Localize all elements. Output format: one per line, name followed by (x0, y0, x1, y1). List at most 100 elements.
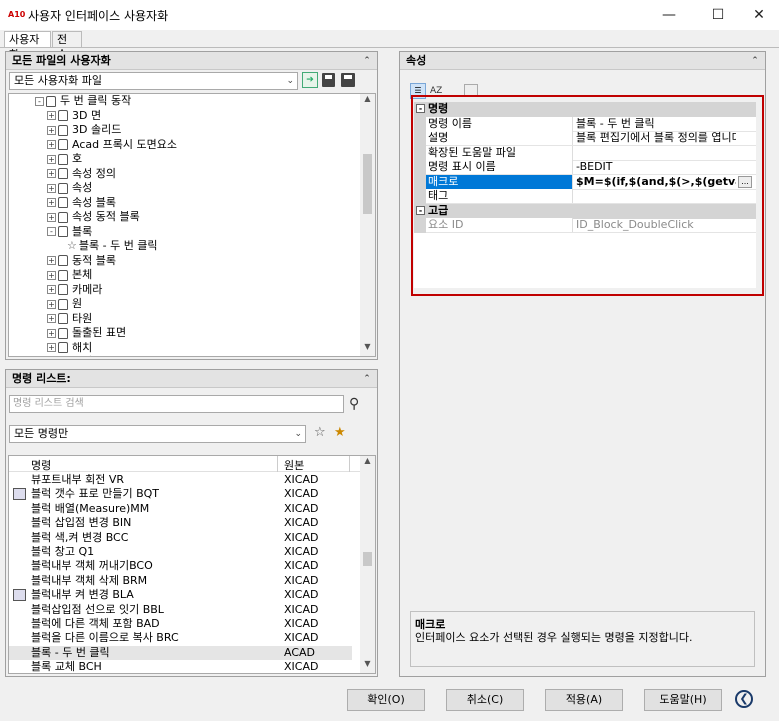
tree-item[interactable]: + 돌출된 표면 (47, 326, 126, 341)
expand-icon[interactable]: + (47, 183, 56, 193)
command-row[interactable]: 블럭내부 켜 변경 BLA XICAD (9, 588, 352, 602)
command-row[interactable]: 블록 - 두 번 클릭 ACAD (9, 645, 352, 661)
tree-item[interactable]: + 카메라 (47, 283, 102, 298)
command-row[interactable]: 블럭내부 객체 삭제 BRM XICAD (9, 574, 352, 588)
command-row[interactable]: 블럭삽입점 선으로 잇기 BBL XICAD (9, 603, 352, 617)
tree-item[interactable]: +3D 솔리드 (47, 123, 121, 138)
collapse-up-icon[interactable]: ⌃ (748, 54, 762, 68)
expand-icon[interactable]: + (47, 299, 56, 309)
tree-item[interactable]: ☆ 블록 - 두 번 클릭 (67, 239, 158, 254)
cancel-button[interactable]: 취소(C) (446, 689, 524, 711)
tree-item[interactable]: + 속성 동적 블록 (47, 210, 140, 225)
tree-item-label: 3D 솔리드 (72, 123, 122, 136)
property-category[interactable]: - 명령 (414, 102, 756, 117)
tree-item[interactable]: + 속성 정의 (47, 167, 116, 182)
command-row[interactable]: 블럭 색,켜 변경 BCC XICAD (9, 531, 352, 545)
scroll-down-icon[interactable]: ▼ (360, 342, 375, 356)
chevron-left-icon[interactable]: ❮ (735, 690, 753, 708)
collapse-icon[interactable]: - (47, 227, 56, 236)
tree-item[interactable]: + 속성 (47, 181, 92, 196)
new-command-icon[interactable]: ☆ (314, 425, 329, 441)
ok-button[interactable]: 확인(O) (347, 689, 425, 711)
tree-scrollbar[interactable]: ▲ ▼ (360, 94, 375, 356)
expand-icon[interactable]: + (47, 140, 56, 149)
command-row[interactable]: 블럭 배열(Measure)MM XICAD (9, 502, 352, 516)
tree-item[interactable]: + 호 (47, 152, 82, 167)
scroll-thumb[interactable] (363, 154, 372, 214)
command-filter-combo[interactable]: 모든 명령만 ⌄ (9, 425, 306, 443)
scroll-up-icon[interactable]: ▲ (360, 456, 375, 470)
expand-icon[interactable]: + (47, 169, 56, 178)
expand-icon[interactable]: + (47, 256, 56, 265)
close-icon[interactable]: ✕ (737, 0, 779, 30)
tree-item[interactable]: +ㄴ선 (47, 355, 92, 356)
tree-item[interactable]: + 속성 블록 (47, 196, 116, 211)
column-command[interactable]: 명령 (31, 457, 51, 473)
ellipsis-button[interactable]: ... (738, 175, 752, 188)
property-row[interactable]: 매크로$M=$(if,$(and,$(>,$(getvar,blo... (414, 174, 756, 190)
command-row[interactable]: 블럭내부 객체 꺼내기BCO XICAD (9, 559, 352, 573)
command-row[interactable]: 블록 교체 BCH XICAD (9, 660, 352, 673)
property-row[interactable]: 명령 이름 블록 - 두 번 클릭 (414, 116, 756, 132)
save-icon[interactable] (322, 73, 335, 87)
column-source[interactable]: 원본 (284, 457, 304, 473)
expand-icon[interactable]: + (47, 154, 56, 164)
property-row[interactable]: 설명 블록 편집기에서 블록 정의를 엽니다 (414, 131, 756, 146)
command-row[interactable]: 블럭 갯수 표로 만들기 BQT XICAD (9, 487, 352, 501)
command-row[interactable]: 블럭에 다른 객체 포함 BAD XICAD (9, 617, 352, 631)
tree-item-root[interactable]: - 두 번 클릭 동작 (35, 94, 131, 109)
command-search-input[interactable]: 명령 리스트 검색 (9, 395, 344, 413)
command-row[interactable]: 블럭 삽입점 변경 BIN XICAD (9, 516, 352, 530)
collapse-icon[interactable]: - (416, 205, 425, 215)
expand-icon[interactable]: + (47, 314, 56, 323)
open-file-icon[interactable]: ➔ (302, 72, 318, 88)
scroll-down-icon[interactable]: ▼ (360, 659, 375, 673)
new-command-star-icon[interactable]: ★ (334, 425, 349, 441)
collapse-icon[interactable]: - (35, 96, 44, 106)
command-row[interactable]: 뷰포트내부 회전 VR XICAD (9, 473, 352, 487)
expand-icon[interactable]: + (47, 270, 56, 280)
tree-item[interactable]: +3D 면 (47, 109, 101, 124)
scroll-up-icon[interactable]: ▲ (360, 94, 375, 108)
maximize-icon[interactable]: ☐ (696, 0, 740, 30)
collapse-up-icon[interactable]: ⌃ (360, 54, 374, 68)
expand-icon[interactable]: + (47, 343, 56, 352)
tree-item[interactable]: - 블록 (47, 225, 92, 240)
apply-button[interactable]: 적용(A) (545, 689, 623, 711)
expand-icon[interactable]: + (47, 212, 56, 222)
tree-item[interactable]: + 동적 블록 (47, 254, 116, 269)
property-row[interactable]: 명령 표시 이름 -BEDIT (414, 160, 756, 175)
expand-icon[interactable]: + (47, 285, 56, 294)
tab-transfer[interactable]: 전송 (52, 31, 82, 61)
tab-customize[interactable]: 사용자화 (4, 31, 51, 61)
tree-item[interactable]: + 해치 (47, 341, 92, 356)
tree-item[interactable]: + 본체 (47, 268, 92, 283)
expand-icon[interactable]: + (47, 111, 56, 120)
file-filter-combo[interactable]: 모든 사용자화 파일 ⌄ (9, 72, 298, 90)
property-value[interactable]: -BEDIT (576, 160, 736, 174)
tree-item[interactable]: + Acad 프록시 도면요소 (47, 138, 177, 153)
scroll-thumb[interactable] (363, 552, 372, 566)
save-as-icon[interactable] (341, 73, 355, 87)
tree-item[interactable]: + 타원 (47, 312, 92, 327)
minimize-icon[interactable]: — (647, 0, 691, 30)
expand-icon[interactable]: + (47, 328, 56, 338)
property-row[interactable]: 확장된 도움말 파일 (414, 145, 756, 161)
search-icon[interactable]: ⚲ (349, 395, 367, 413)
property-row[interactable]: 태그 (414, 189, 756, 204)
command-row[interactable]: 블럭 창고 Q1 XICAD (9, 545, 352, 559)
expand-icon[interactable]: + (47, 198, 56, 207)
property-row[interactable]: 요소 ID ID_Block_DoubleClick (414, 218, 756, 233)
property-category[interactable]: - 고급 (414, 203, 756, 219)
tree-item[interactable]: + 원 (47, 297, 82, 312)
collapse-icon[interactable]: - (416, 104, 425, 113)
properties-title: 속성 (406, 54, 427, 67)
property-value[interactable]: 블록 - 두 번 클릭 (576, 117, 736, 131)
command-scrollbar[interactable]: ▲ ▼ (360, 456, 375, 673)
property-value[interactable]: $M=$(if,$(and,$(>,$(getvar,blo (576, 175, 736, 189)
command-row[interactable]: 블럭을 다른 이름으로 복사 BRC XICAD (9, 631, 352, 645)
property-value[interactable]: 블록 편집기에서 블록 정의를 엽니다 (576, 131, 736, 145)
expand-icon[interactable]: + (47, 125, 56, 135)
help-button[interactable]: 도움말(H) (644, 689, 722, 711)
collapse-up-icon[interactable]: ⌃ (360, 372, 374, 386)
